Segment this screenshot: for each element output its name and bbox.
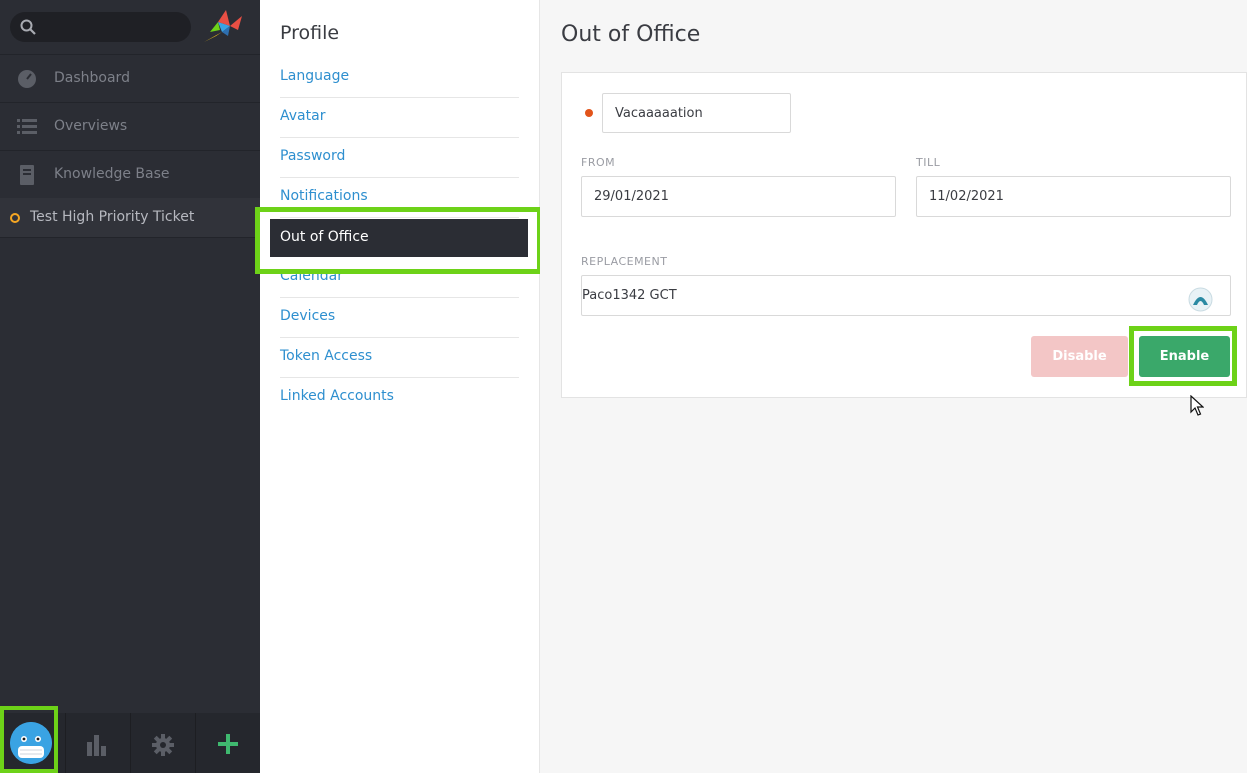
- nav-item-dashboard[interactable]: Dashboard: [0, 55, 260, 103]
- replacement-avatar-icon[interactable]: [1188, 287, 1213, 312]
- profile-link-password[interactable]: Password: [280, 138, 519, 178]
- mouse-pointer-icon: [1190, 395, 1204, 416]
- nav-item-label: Knowledge Base: [54, 166, 170, 182]
- dashboard-icon: [18, 70, 36, 88]
- gear-icon: [152, 734, 174, 756]
- bar-chart-icon: [87, 735, 106, 756]
- nav-item-knowledge-base[interactable]: Knowledge Base: [0, 151, 260, 199]
- avatar-highlight: [0, 706, 58, 773]
- open-ticket-title[interactable]: Test High Priority Ticket: [30, 209, 194, 225]
- profile-menu: Profile Language Avatar Password Notific…: [260, 0, 540, 773]
- message-input[interactable]: Vacaaaaation: [602, 93, 791, 133]
- search-icon: [20, 19, 36, 35]
- plus-icon: [218, 734, 238, 754]
- nav-item-label: Dashboard: [54, 70, 130, 86]
- book-icon: [20, 165, 34, 185]
- disable-button[interactable]: Disable: [1031, 336, 1128, 377]
- from-date-input[interactable]: 29/01/2021: [581, 176, 896, 217]
- zammad-logo-icon[interactable]: [200, 6, 246, 46]
- profile-link-devices[interactable]: Devices: [280, 298, 519, 338]
- out-of-office-highlight: [255, 207, 542, 274]
- required-indicator: [585, 109, 593, 117]
- nav-item-overviews[interactable]: Overviews: [0, 103, 260, 151]
- profile-link-avatar[interactable]: Avatar: [280, 98, 519, 138]
- till-label: TILL: [916, 156, 941, 169]
- search-input[interactable]: [10, 12, 191, 42]
- replacement-input[interactable]: Paco1342 GCT: [581, 275, 1231, 316]
- enable-button-highlight: [1129, 326, 1237, 386]
- replacement-label: REPLACEMENT: [581, 255, 668, 268]
- profile-link-language[interactable]: Language: [280, 58, 519, 98]
- from-label: FROM: [581, 156, 616, 169]
- nav-item-label: Overviews: [54, 118, 128, 134]
- profile-title: Profile: [280, 22, 340, 44]
- search-area: [0, 0, 260, 55]
- profile-link-token-access[interactable]: Token Access: [280, 338, 519, 378]
- main-navigation: Dashboard Overviews Knowledge Base Test …: [0, 0, 260, 773]
- till-date-input[interactable]: 11/02/2021: [916, 176, 1231, 217]
- ticket-status-icon: [10, 213, 20, 223]
- list-icon: [17, 119, 37, 134]
- profile-link-linked-accounts[interactable]: Linked Accounts: [280, 378, 519, 418]
- page-title: Out of Office: [561, 22, 701, 47]
